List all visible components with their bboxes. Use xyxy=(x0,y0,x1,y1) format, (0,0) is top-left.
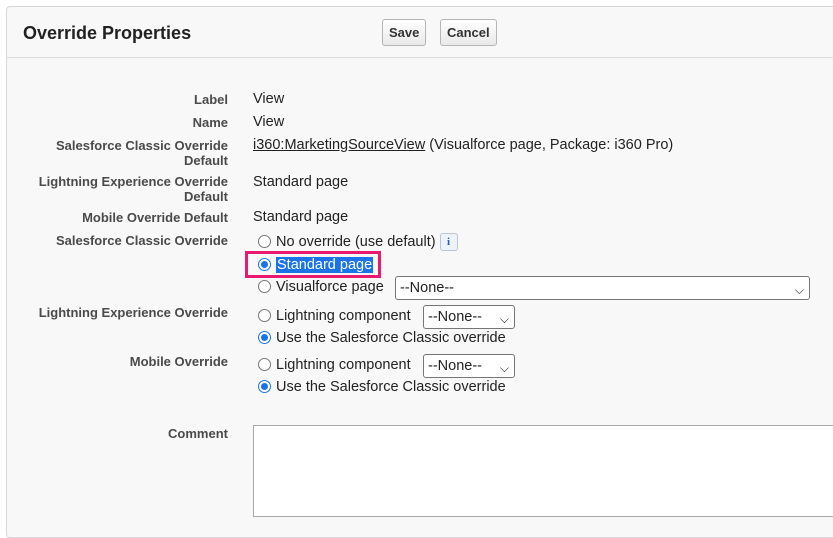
label-field-value: View xyxy=(253,91,285,107)
chevron-down-icon: ⌵ xyxy=(499,312,509,326)
visualforce-page-option[interactable]: Visualforce page xyxy=(258,278,384,296)
mobile-override-label: Mobile Override xyxy=(129,354,228,369)
marketing-source-view-link[interactable]: i360:MarketingSourceView xyxy=(253,137,425,153)
lightning-override-label: Lightning Experience Override xyxy=(38,305,228,320)
classic-default-value: i360:MarketingSourceView (Visualforce pa… xyxy=(253,137,674,153)
comment-textarea[interactable] xyxy=(253,425,833,517)
classic-override-label: Salesforce Classic Override xyxy=(56,233,228,248)
comment-label: Comment xyxy=(168,426,228,441)
chevron-down-icon: ⌵ xyxy=(499,361,509,375)
label-field-label: Label xyxy=(194,92,228,107)
cancel-button[interactable]: Cancel xyxy=(440,19,497,46)
classic-default-label: Salesforce Classic Override Default xyxy=(56,138,228,168)
name-field-label: Name xyxy=(192,115,228,130)
lightning-component-radio[interactable] xyxy=(258,309,271,322)
no-override-radio[interactable] xyxy=(258,235,271,248)
use-classic-override-radio[interactable] xyxy=(258,331,271,344)
mobile-default-value: Standard page xyxy=(253,209,349,225)
lightning-component-option[interactable]: Lightning component xyxy=(258,307,411,325)
lightning-default-value: Standard page xyxy=(253,174,349,190)
mobile-lightning-component-radio[interactable] xyxy=(258,358,271,371)
page-title: Override Properties xyxy=(23,23,192,43)
mobile-lightning-component-option[interactable]: Lightning component xyxy=(258,356,411,374)
lightning-default-label: Lightning Experience Override Default xyxy=(38,174,228,204)
info-icon[interactable]: i xyxy=(439,233,458,252)
mobile-default-label: Mobile Override Default xyxy=(82,210,228,225)
save-button[interactable]: Save xyxy=(382,19,427,46)
mobile-use-classic-override-option[interactable]: Use the Salesforce Classic override xyxy=(258,378,506,396)
visualforce-page-radio[interactable] xyxy=(258,280,271,293)
visualforce-page-select[interactable]: --None-- ⌵ xyxy=(395,276,810,300)
use-classic-override-option[interactable]: Use the Salesforce Classic override xyxy=(258,329,506,347)
mobile-use-classic-override-radio[interactable] xyxy=(258,380,271,393)
chevron-down-icon: ⌵ xyxy=(794,283,804,297)
no-override-option[interactable]: No override (use default) i xyxy=(258,233,458,252)
highlight-annotation xyxy=(245,251,381,278)
lightning-component-select[interactable]: --None-- ⌵ xyxy=(423,305,515,329)
name-field-value: View xyxy=(253,114,285,130)
mobile-component-select[interactable]: --None-- ⌵ xyxy=(423,354,515,378)
